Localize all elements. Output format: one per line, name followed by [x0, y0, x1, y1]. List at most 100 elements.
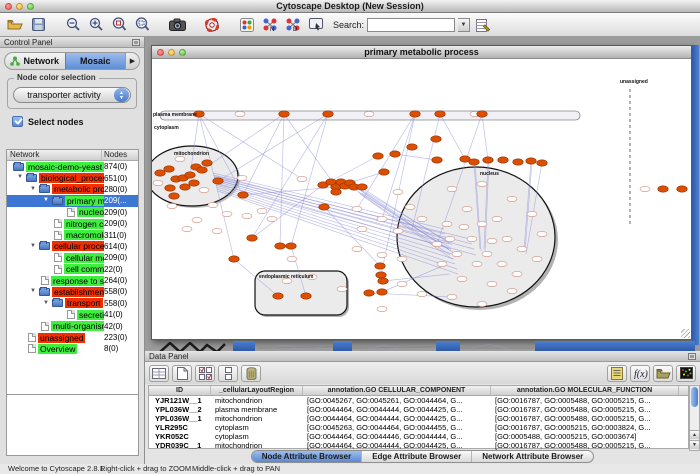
network-node[interactable] [526, 158, 536, 164]
table-column-header[interactable]: annotation.GO CELLULAR_COMPONENT [303, 386, 491, 395]
scrollbar-thumb[interactable] [691, 387, 698, 407]
network-node[interactable] [435, 111, 445, 117]
create-view-button[interactable]: N [260, 15, 280, 34]
table-cell[interactable]: YPL036W__1 [149, 414, 211, 423]
table-cell[interactable]: [GO:0044464, GO:0044444, GO:0044425, G..… [303, 414, 491, 423]
table-cell[interactable]: [GO:0045263, GO:0044464, GO:0044455, G..… [303, 423, 491, 432]
network-node-small[interactable] [377, 252, 387, 257]
help-ring-button[interactable] [202, 15, 222, 34]
table-column-header[interactable]: annotation.GO MOLECULAR_FUNCTION [491, 386, 679, 395]
tree-row[interactable]: macromolecule311(0) [7, 229, 138, 240]
formula-button[interactable]: f(x) [630, 365, 650, 382]
network-node-small[interactable] [447, 186, 457, 191]
network-node-small[interactable] [445, 236, 455, 241]
table-row[interactable]: YDR039C__1mitochondrion[GO:0044464, GO:0… [149, 441, 688, 450]
view-close-button[interactable] [157, 49, 164, 56]
search-dropdown-button[interactable]: ▼ [458, 18, 470, 32]
network-node[interactable] [498, 157, 508, 163]
tree-row-label[interactable]: cellular metabo [64, 253, 104, 263]
network-node-small[interactable] [640, 186, 650, 191]
network-node-small[interactable] [437, 261, 447, 266]
minimize-window-button[interactable] [16, 3, 23, 10]
network-node-small[interactable] [175, 156, 185, 161]
network-node[interactable] [364, 290, 374, 296]
network-node[interactable] [164, 166, 174, 172]
table-cell[interactable]: YLR295C [149, 423, 211, 432]
resize-grip[interactable] [681, 329, 690, 338]
network-node-small[interactable] [235, 111, 245, 116]
tab-node-attribute-browser[interactable]: Node Attribute Browser [252, 451, 363, 462]
network-node-small[interactable] [212, 228, 222, 233]
network-node-small[interactable] [442, 221, 452, 226]
network-node-small[interactable] [487, 281, 497, 286]
tree-row[interactable]: mosaic-demo-yeast874(0) [7, 161, 138, 172]
table-cell[interactable]: cytoplasm [211, 432, 303, 441]
tree-row-label[interactable]: cellular process [52, 241, 104, 251]
table-cell[interactable]: [GO:0016787, GO:0005488, GO:0005215, G..… [491, 441, 679, 450]
table-cell[interactable]: plasma membrane [211, 405, 303, 414]
attribute-matrix-button[interactable] [676, 365, 696, 382]
table-cell[interactable]: mitochondrion [211, 441, 303, 450]
network-view-titlebar[interactable]: primary metabolic process [152, 46, 691, 59]
tree-row[interactable]: cell communicat22(0) [7, 264, 138, 275]
network-node[interactable] [319, 204, 329, 210]
import-attributes-button[interactable] [653, 365, 673, 382]
network-node-small[interactable] [417, 216, 427, 221]
tree-row-label[interactable]: unassigned [38, 333, 85, 343]
table-cell[interactable]: [GO:0045267, GO:0045261, GO:0044464, G..… [303, 396, 491, 405]
select-attributes-button[interactable] [149, 365, 169, 382]
table-cell[interactable]: [GO:0044464, GO:0044444, GO:0044425, G..… [303, 441, 491, 450]
network-node-small[interactable] [393, 189, 403, 194]
tree-row-label[interactable]: response to stimulu [51, 276, 104, 286]
network-node-small[interactable] [405, 204, 415, 209]
disclosure-triangle-icon[interactable]: ▼ [17, 174, 23, 180]
table-cell[interactable]: YDR039C__1 [149, 441, 211, 450]
network-node-small[interactable] [237, 175, 247, 180]
table-cell[interactable]: [GO:0016787, GO:0005488, GO:0005215, G..… [491, 396, 679, 405]
network-node-small[interactable] [167, 203, 177, 208]
network-node-small[interactable] [267, 216, 277, 221]
table-row[interactable]: YKR052Ccytoplasm[GO:0044464, GO:0044446,… [149, 432, 688, 441]
delete-attribute-button[interactable] [241, 365, 261, 382]
network-node-small[interactable] [352, 246, 362, 251]
annotation-button[interactable] [306, 15, 326, 34]
network-canvas[interactable]: plasma membranecytoplasmmitochondrionnuc… [152, 59, 691, 339]
network-node[interactable] [213, 178, 223, 184]
tree-column-nodes[interactable]: Nodes [102, 150, 138, 160]
disclosure-triangle-icon[interactable]: ▼ [43, 300, 49, 306]
network-node[interactable] [238, 192, 248, 198]
table-cell[interactable]: mitochondrion [211, 414, 303, 423]
network-node[interactable] [331, 189, 341, 195]
table-cell[interactable]: [GO:0044464, GO:0044446, GO:0044444, G..… [303, 432, 491, 441]
table-cell[interactable]: YJR121W__1 [149, 396, 211, 405]
tab-network-attribute-browser[interactable]: Network Attribute Browser [472, 451, 593, 462]
network-node-small[interactable] [497, 261, 507, 266]
network-node[interactable] [431, 136, 441, 142]
tree-row-label[interactable]: mosaic-demo-yeast [26, 162, 104, 172]
tree-row-label[interactable]: transport [65, 298, 103, 308]
select-all-attributes-button[interactable] [195, 365, 215, 382]
tree-row[interactable]: nucleobase-209(0) [7, 207, 138, 218]
attribute-list-button[interactable] [607, 365, 627, 382]
tree-row-label[interactable]: Overview [38, 344, 77, 354]
tree-row[interactable]: ▼metabolic process280(0) [7, 184, 138, 195]
table-cell[interactable]: [GO:0044464, GO:0044444, GO:0044425, G..… [303, 405, 491, 414]
select-nodes-checkbox[interactable] [12, 116, 23, 127]
table-cell[interactable]: [GO:0016787, GO:0005488, GO:0005215, G..… [491, 405, 679, 414]
network-node-small[interactable] [487, 238, 497, 243]
network-node-small[interactable] [512, 271, 522, 276]
network-node-small[interactable] [199, 187, 209, 192]
network-node[interactable] [513, 159, 523, 165]
disclosure-triangle-icon[interactable]: ▼ [30, 243, 36, 249]
network-node-small[interactable] [527, 211, 537, 216]
network-node-small[interactable] [222, 211, 232, 216]
create-attribute-button[interactable] [172, 365, 192, 382]
open-file-button[interactable] [5, 15, 25, 34]
network-node-small[interactable] [532, 256, 542, 261]
tree-row-label[interactable]: nitrogen compo [64, 219, 104, 229]
table-row[interactable]: YPL036W__2plasma membrane[GO:0044464, GO… [149, 405, 688, 414]
network-node-small[interactable] [537, 231, 547, 236]
network-node-small[interactable] [467, 236, 477, 241]
network-node[interactable] [275, 243, 285, 249]
scroll-up-arrow[interactable]: ▲ [690, 430, 699, 439]
